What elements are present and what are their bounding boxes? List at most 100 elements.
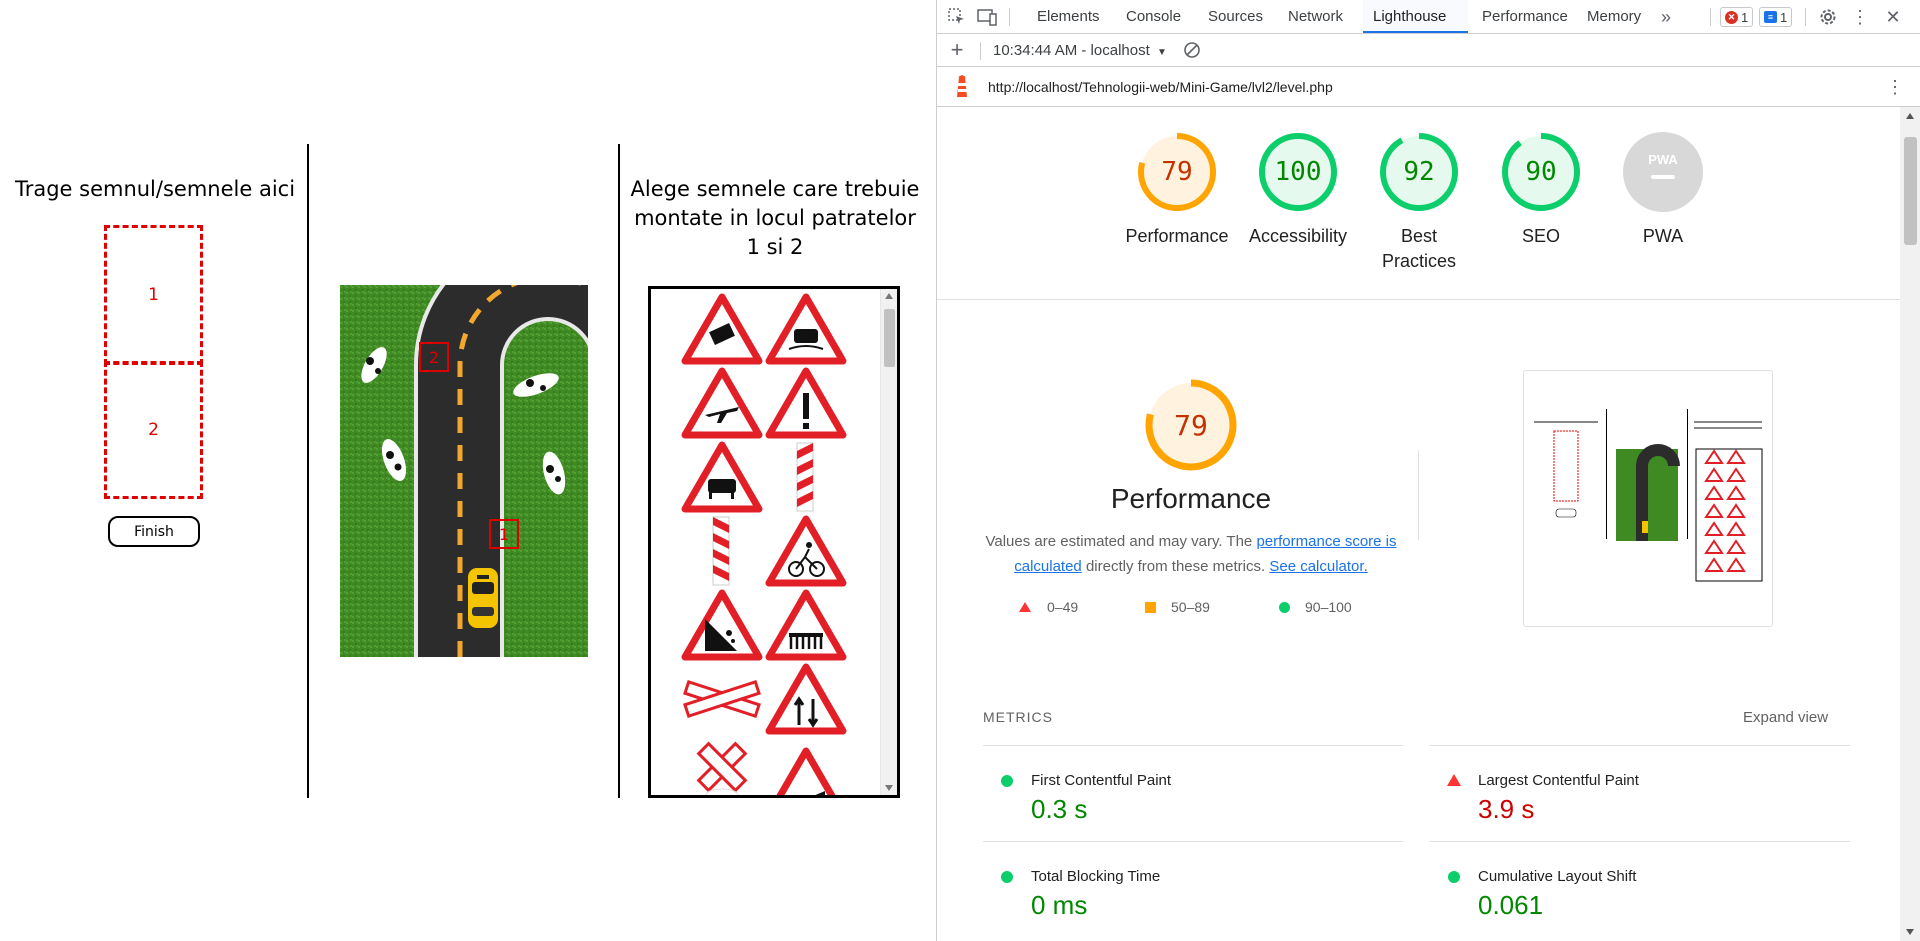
gauge-label: PWA [1642, 226, 1684, 246]
lighthouse-report: 79 Performance 100 Accessibility 92 Best Prac… [937, 107, 1900, 941]
sign-falling-rocks [685, 593, 759, 657]
clear-icon[interactable] [1180, 38, 1204, 62]
pass-circle-icon [1001, 775, 1013, 787]
tab-lighthouse[interactable]: Lighthouse [1363, 0, 1468, 33]
signs-list[interactable] [648, 286, 900, 798]
drop-slot-1-label: 1 [148, 285, 159, 305]
scroll-thumb[interactable] [1904, 137, 1917, 245]
tab-sources[interactable]: Sources [1198, 0, 1273, 33]
sign-chevron-marker [712, 516, 730, 586]
perf-big-gauge[interactable]: 79 [1143, 377, 1239, 473]
pass-circle-icon [1448, 871, 1460, 883]
report-select-label: 10:34:44 AM - localhost [993, 42, 1150, 59]
drop-slot-1[interactable]: 1 [104, 225, 203, 365]
audited-url[interactable]: http://localhost/Tehnologii-web/Mini-Gam… [988, 67, 1333, 107]
road-marker-1: 1 [499, 525, 509, 544]
section-divider [937, 299, 1900, 300]
gauge-label: Accessibility [1248, 226, 1348, 246]
tab-memory[interactable]: Memory [1577, 0, 1651, 33]
sign-level-crossing-gate [769, 593, 843, 657]
scroll-up-icon[interactable] [885, 293, 893, 299]
more-tabs-icon[interactable]: » [1654, 5, 1678, 29]
calculator-link[interactable]: See calculator. [1269, 558, 1367, 575]
gauge-performance[interactable]: 79 [1136, 131, 1218, 213]
legend-pass-label: 90–100 [1305, 599, 1352, 615]
expand-view-toggle[interactable]: Expand view [1743, 709, 1828, 726]
report-select[interactable]: 10:34:44 AM - localhost ▼ [993, 34, 1167, 67]
error-icon: ✕ [1725, 10, 1738, 24]
metric-largest-contentful-paint: Largest Contentful Paint 3.9 s [1430, 745, 1850, 841]
tabbar-separator [1009, 8, 1010, 26]
metric-title: Total Blocking Time [1031, 868, 1161, 885]
metric-value: 0.061 [1478, 890, 1544, 920]
scroll-up-icon[interactable] [1906, 113, 1914, 119]
tab-performance[interactable]: Performance [1472, 0, 1578, 33]
drop-slot-2[interactable]: 2 [104, 361, 203, 499]
sign-cyclist [769, 519, 843, 583]
gauge-label: Performance [1125, 226, 1229, 246]
pass-circle-icon [1001, 871, 1013, 883]
tab-elements[interactable]: Elements [1027, 0, 1110, 33]
close-icon[interactable]: ✕ [1881, 5, 1905, 29]
metric-first-contentful-paint: First Contentful Paint 0.3 s [983, 745, 1403, 841]
perf-title: Performance [1110, 483, 1272, 514]
road-marker-2: 2 [429, 348, 439, 367]
sign-exclamation [769, 371, 843, 435]
inspect-element-icon[interactable] [945, 5, 969, 29]
tabbar-separator [1710, 8, 1711, 26]
legend-fail-label: 0–49 [1047, 599, 1079, 615]
report-scrollbar[interactable] [1900, 107, 1920, 941]
gauge-score: 79 [1161, 157, 1193, 187]
column-divider [307, 144, 309, 798]
page-screenshot-thumbnail[interactable] [1523, 370, 1773, 627]
drop-slot-2-label: 2 [148, 420, 159, 440]
choose-title: Alege semnele care trebuie montate in lo… [630, 177, 920, 259]
svg-text:PWA: PWA [1648, 152, 1678, 167]
gauge-score: 100 [1274, 157, 1322, 187]
settings-gear-icon[interactable] [1816, 5, 1840, 29]
scroll-thumb[interactable] [884, 309, 895, 367]
sign-crossing-lights [696, 741, 748, 795]
perf-desc-pre: Values are estimated and may vary. The [985, 533, 1253, 550]
gauge-label: Best Practices [1381, 226, 1457, 271]
metric-value: 0 ms [1031, 890, 1088, 920]
message-count: 1 [1780, 9, 1788, 25]
sign-slippery-road [685, 297, 759, 361]
finish-button[interactable]: Finish [108, 516, 200, 547]
kebab-menu-icon[interactable]: ⋮ [1848, 5, 1872, 29]
error-badge[interactable]: ✕ 1 [1720, 7, 1754, 27]
metrics-header: METRICS [983, 709, 1053, 725]
metric-title: Cumulative Layout Shift [1478, 868, 1637, 885]
metric-title: Largest Contentful Paint [1478, 772, 1639, 789]
gauge-best-practices[interactable]: 92 [1378, 131, 1460, 213]
column-divider [618, 144, 620, 798]
report-menu-icon[interactable]: ⋮ [1883, 75, 1907, 99]
scroll-down-icon[interactable] [885, 785, 893, 791]
fail-triangle-icon [1447, 774, 1461, 786]
message-badge[interactable]: ≡ 1 [1759, 7, 1793, 27]
sign-car-skid [769, 297, 843, 361]
circle-icon [1279, 602, 1290, 613]
vertical-divider [1418, 450, 1419, 540]
plus-icon[interactable]: + [945, 37, 969, 62]
scroll-down-icon[interactable] [1906, 929, 1914, 935]
gauge-pwa[interactable]: PWA [1622, 131, 1704, 213]
device-toolbar-icon[interactable] [975, 5, 999, 29]
gauge-seo[interactable]: 90 [1500, 131, 1582, 213]
metric-title: First Contentful Paint [1031, 772, 1172, 789]
tab-console[interactable]: Console [1116, 0, 1191, 33]
sign-st-andrews-cross [683, 679, 761, 719]
devtools-panel: Elements Console Sources Network Lightho… [936, 0, 1920, 941]
tab-network[interactable]: Network [1278, 0, 1353, 33]
drop-title: Trage semnul/semnele aici [14, 177, 296, 201]
toolbar-separator [980, 42, 981, 60]
gauge-score: 90 [1525, 157, 1557, 187]
square-icon [1145, 602, 1156, 613]
metric-value: 0.3 s [1031, 794, 1088, 824]
signs-scrollbar[interactable] [880, 289, 897, 795]
perf-description: Values are estimated and may vary. The p… [982, 529, 1400, 579]
sign-cattle [685, 445, 759, 509]
gauge-label: SEO [1521, 226, 1560, 246]
gauge-accessibility[interactable]: 100 [1257, 131, 1339, 213]
chevron-down-icon: ▼ [1156, 47, 1167, 58]
